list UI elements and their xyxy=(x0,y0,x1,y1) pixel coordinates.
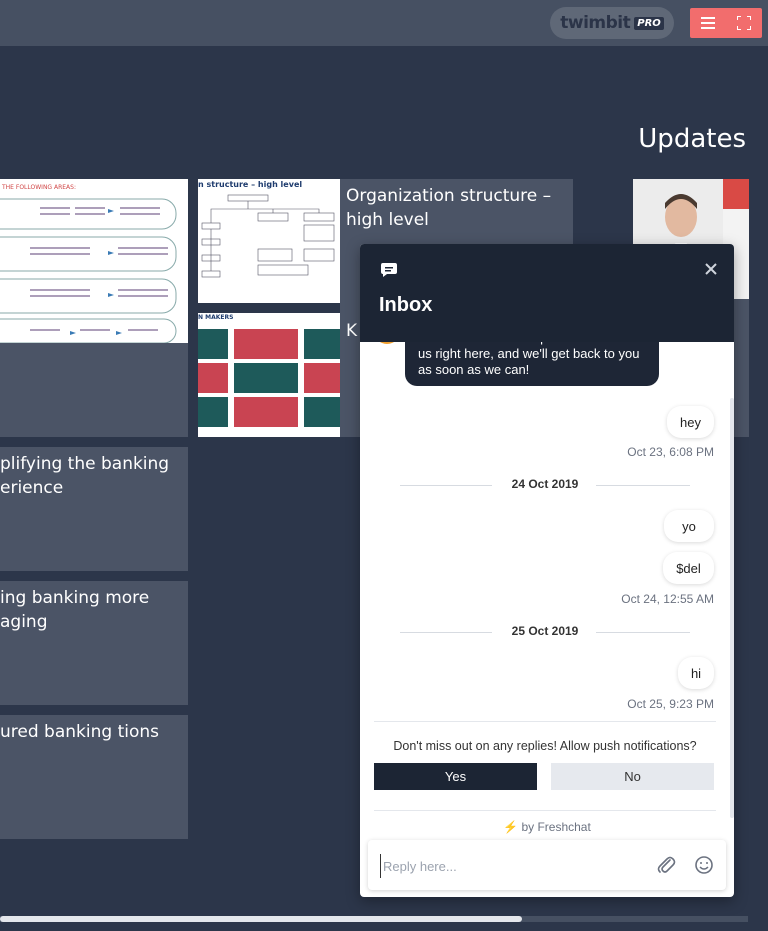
message-timestamp: Oct 25, 9:23 PM xyxy=(627,697,714,711)
update-card-3[interactable]: ured banking tions xyxy=(0,715,188,839)
update-card-3-title: ured banking tions xyxy=(0,722,159,742)
section-title: Updates xyxy=(638,124,746,154)
update-card-1[interactable]: plifying the banking erience xyxy=(0,447,188,571)
divider xyxy=(374,810,716,811)
toolbar-button-group xyxy=(690,8,762,38)
chat-scrollbar[interactable] xyxy=(730,398,734,818)
allow-notifications-button[interactable]: Yes xyxy=(374,763,537,790)
hamburger-icon xyxy=(701,17,715,29)
decision-makers-heading: N MAKERS xyxy=(198,314,233,321)
date-separator-label: 25 Oct 2019 xyxy=(511,624,579,638)
user-message: $del xyxy=(663,552,714,584)
date-separator: 24 Oct 2019 xyxy=(400,477,690,493)
slide-heading: THE FOLLOWING AREAS: xyxy=(1,184,76,191)
brand-pro-badge: PRO xyxy=(634,16,664,30)
date-separator-label: 24 Oct 2019 xyxy=(511,477,579,491)
horizontal-scrollbar[interactable] xyxy=(0,916,748,922)
lightning-icon: ⚡ xyxy=(503,820,519,834)
user-message: yo xyxy=(664,510,714,542)
paperclip-icon[interactable] xyxy=(656,854,676,876)
org-chart-thumbnail[interactable]: n structure – high level xyxy=(198,179,340,303)
top-bar: twimbit PRO xyxy=(0,0,768,46)
slide-thumbnail[interactable]: THE FOLLOWING AREAS: xyxy=(0,179,188,343)
reply-composer xyxy=(368,840,726,890)
message-timestamp: Oct 24, 12:55 AM xyxy=(621,592,714,606)
update-card-2-title: ing banking more aging xyxy=(0,588,150,632)
org-chart-graphic: n structure – high level xyxy=(198,180,335,278)
close-icon[interactable] xyxy=(702,260,720,278)
push-notification-prompt: Don't miss out on any replies! Allow pus… xyxy=(393,739,697,753)
org-card-title: Organization structure – high level xyxy=(346,186,552,230)
chat-widget: Inbox Hello there! Need help? Reach out … xyxy=(360,244,734,897)
deny-notifications-button[interactable]: No xyxy=(551,763,714,790)
next-card-title: K xyxy=(346,321,358,341)
powered-by-label: by Freshchat xyxy=(521,820,591,834)
fullscreen-icon xyxy=(737,16,751,30)
user-message: hey xyxy=(667,406,714,438)
powered-by[interactable]: ⚡ by Freshchat xyxy=(360,820,734,834)
emoji-icon[interactable] xyxy=(694,854,714,876)
chat-header: Inbox xyxy=(360,244,734,342)
date-separator: 25 Oct 2019 xyxy=(400,624,690,640)
chat-title: Inbox xyxy=(379,294,433,316)
org-chart-heading: n structure – high level xyxy=(198,180,302,189)
decision-makers-graphic: N MAKERS xyxy=(198,314,340,427)
brand-name: twimbit xyxy=(560,13,631,33)
slide-preview-graphic: THE FOLLOWING AREAS: xyxy=(0,184,177,343)
fullscreen-button[interactable] xyxy=(734,13,754,33)
chat-bubble-icon xyxy=(381,263,397,277)
horizontal-scrollbar-thumb[interactable] xyxy=(0,916,522,922)
menu-button[interactable] xyxy=(698,13,718,33)
divider xyxy=(374,721,716,722)
update-card-1-title: plifying the banking erience xyxy=(0,454,170,498)
update-card-2[interactable]: ing banking more aging xyxy=(0,581,188,705)
message-timestamp: Oct 23, 6:08 PM xyxy=(627,445,714,459)
twimbit-logo[interactable]: twimbit PRO xyxy=(550,7,674,39)
user-message: hi xyxy=(678,657,714,689)
reply-input[interactable] xyxy=(380,854,645,878)
card-placeholder-top-left xyxy=(0,343,188,437)
decision-makers-thumbnail[interactable]: N MAKERS xyxy=(198,313,340,437)
